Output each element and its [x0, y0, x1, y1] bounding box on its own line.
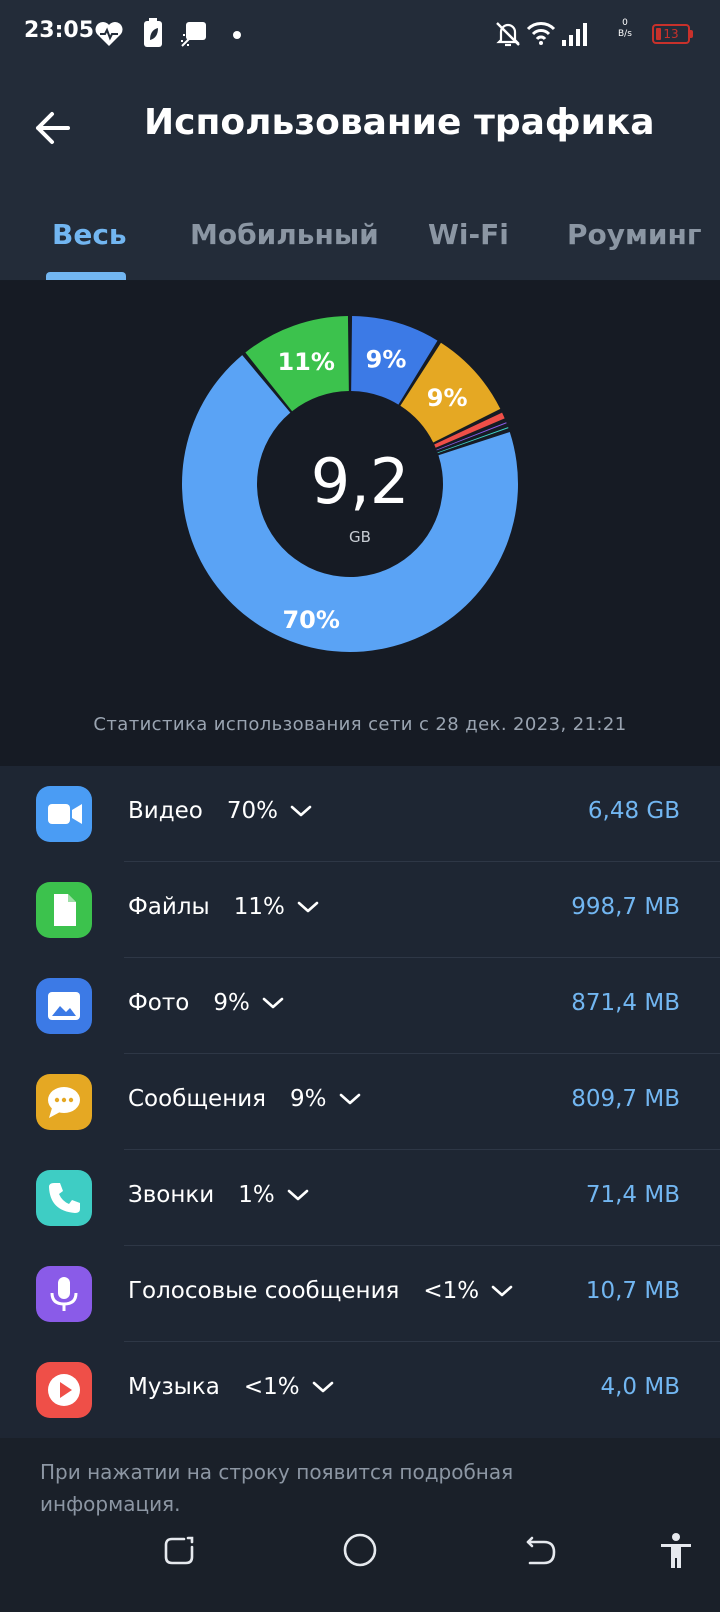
battery-level: 13 [663, 27, 679, 41]
item-percent: 9% [213, 990, 250, 1016]
microphone-icon [36, 1266, 92, 1322]
donut-slice-label-0: 70% [282, 606, 339, 634]
play-icon [36, 1362, 92, 1418]
item-size: 871,4 MB [571, 990, 680, 1016]
item-size: 6,48 GB [587, 798, 680, 824]
chevron-down-icon[interactable] [297, 900, 319, 914]
net-speed: 0 B/s [618, 18, 632, 39]
list-item-photo[interactable]: Фото 9% 871,4 MB [0, 958, 720, 1054]
donut-slice-label-3: 9% [427, 384, 468, 412]
battery-saver-icon [144, 18, 162, 47]
wifi-icon [526, 22, 556, 45]
status-time: 23:05 [24, 18, 95, 43]
chevron-down-icon[interactable] [491, 1284, 513, 1298]
chat-bubble-icon [36, 1074, 92, 1130]
item-percent: 1% [238, 1182, 275, 1208]
donut-slice-label-1: 11% [277, 348, 334, 376]
list-item-messages[interactable]: Сообщения 9% 809,7 MB [0, 1054, 720, 1150]
back-icon[interactable] [524, 1534, 558, 1568]
total-usage-value: 9,2 [310, 445, 410, 518]
bell-off-icon [496, 22, 520, 47]
chevron-down-icon[interactable] [312, 1380, 334, 1394]
active-tab-indicator [46, 272, 126, 280]
stats-caption: Статистика использования сети с 28 дек. … [93, 714, 627, 735]
item-size: 998,7 MB [571, 894, 680, 920]
signal-icon [562, 23, 587, 46]
item-percent: <1% [423, 1278, 480, 1304]
heart-icon [95, 22, 123, 46]
item-name: Файлы [128, 894, 210, 920]
item-size: 809,7 MB [571, 1086, 680, 1112]
list-item-video[interactable]: Видео 70% 6,48 GB [0, 766, 720, 862]
tab-mobile[interactable]: Мобильный [190, 218, 379, 251]
item-size: 10,7 MB [585, 1278, 680, 1304]
donut-slice-label-2: 9% [366, 346, 407, 374]
tab-roaming[interactable]: Роуминг [567, 218, 702, 251]
footer: При нажатии на строку появится подробная… [0, 1438, 720, 1612]
chevron-down-icon[interactable] [290, 804, 312, 818]
arrow-left-icon[interactable] [28, 106, 82, 150]
chevron-down-icon[interactable] [262, 996, 284, 1010]
chevron-down-icon[interactable] [287, 1188, 309, 1202]
image-icon [36, 978, 92, 1034]
chart-section: 11% 9% 9% 70% 9,2 GB Статистика использован… [0, 281, 720, 766]
list-item-files[interactable]: Файлы 11% 998,7 MB [0, 862, 720, 958]
usage-list: Видео 70% 6,48 GB Файлы 11% 998,7 MB Фот… [0, 766, 720, 1438]
tab-bar: Весь Мобильный Wi-Fi Роуминг [0, 184, 720, 281]
item-name: Сообщения [128, 1086, 267, 1112]
app-notification-icon [181, 22, 206, 47]
home-icon[interactable] [342, 1532, 378, 1568]
status-bar: 23:05 0 B/s 13 [0, 0, 720, 72]
item-name: Видео [128, 798, 203, 824]
tab-wifi[interactable]: Wi-Fi [428, 218, 509, 251]
recent-apps-icon[interactable] [162, 1534, 196, 1568]
battery-icon: 13 [652, 24, 690, 44]
item-name: Фото [128, 990, 190, 1016]
list-item-calls[interactable]: Звонки 1% 71,4 MB [0, 1150, 720, 1246]
item-size: 71,4 MB [585, 1182, 680, 1208]
accessibility-icon[interactable] [658, 1532, 694, 1570]
item-percent: 9% [290, 1086, 327, 1112]
item-name: Музыка [128, 1374, 220, 1400]
phone-icon [36, 1170, 92, 1226]
list-item-music[interactable]: Музыка <1% 4,0 MB [0, 1342, 720, 1438]
total-usage-unit: GB [349, 528, 371, 546]
item-size: 4,0 MB [600, 1374, 680, 1400]
tab-all[interactable]: Весь [52, 218, 127, 251]
item-name: Звонки [128, 1182, 215, 1208]
item-percent: <1% [243, 1374, 300, 1400]
list-item-voice-messages[interactable]: Голосовые сообщения <1% 10,7 MB [0, 1246, 720, 1342]
item-percent: 70% [226, 798, 278, 824]
page-title: Использование трафика [144, 102, 655, 143]
dot-icon [233, 31, 241, 39]
chevron-down-icon[interactable] [339, 1092, 361, 1106]
file-icon [36, 882, 92, 938]
item-name: Голосовые сообщения [128, 1278, 400, 1304]
app-header: Использование трафика [0, 72, 720, 184]
hint-text: При нажатии на строку появится подробная… [40, 1460, 514, 1516]
item-percent: 11% [233, 894, 285, 920]
video-camera-icon [36, 786, 92, 842]
